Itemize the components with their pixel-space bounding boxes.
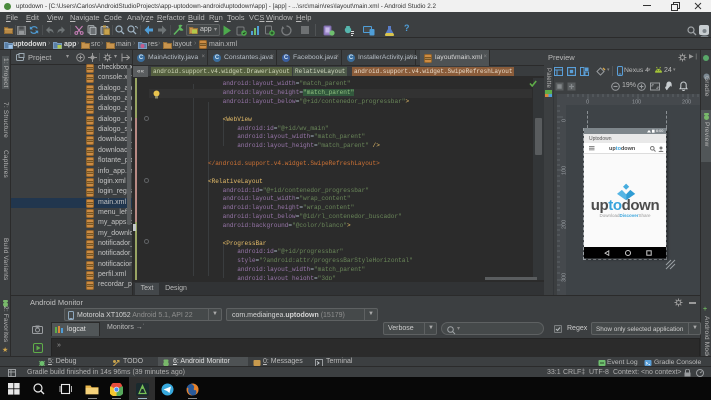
svg-text:100: 100 <box>562 166 568 175</box>
svg-text:0: 0 <box>562 119 568 122</box>
svg-text:300: 300 <box>562 273 568 282</box>
svg-text:200: 200 <box>562 220 568 229</box>
svg-text:0: 0 <box>586 100 589 106</box>
svg-text:200: 200 <box>682 100 691 106</box>
svg-text:100: 100 <box>632 100 641 106</box>
